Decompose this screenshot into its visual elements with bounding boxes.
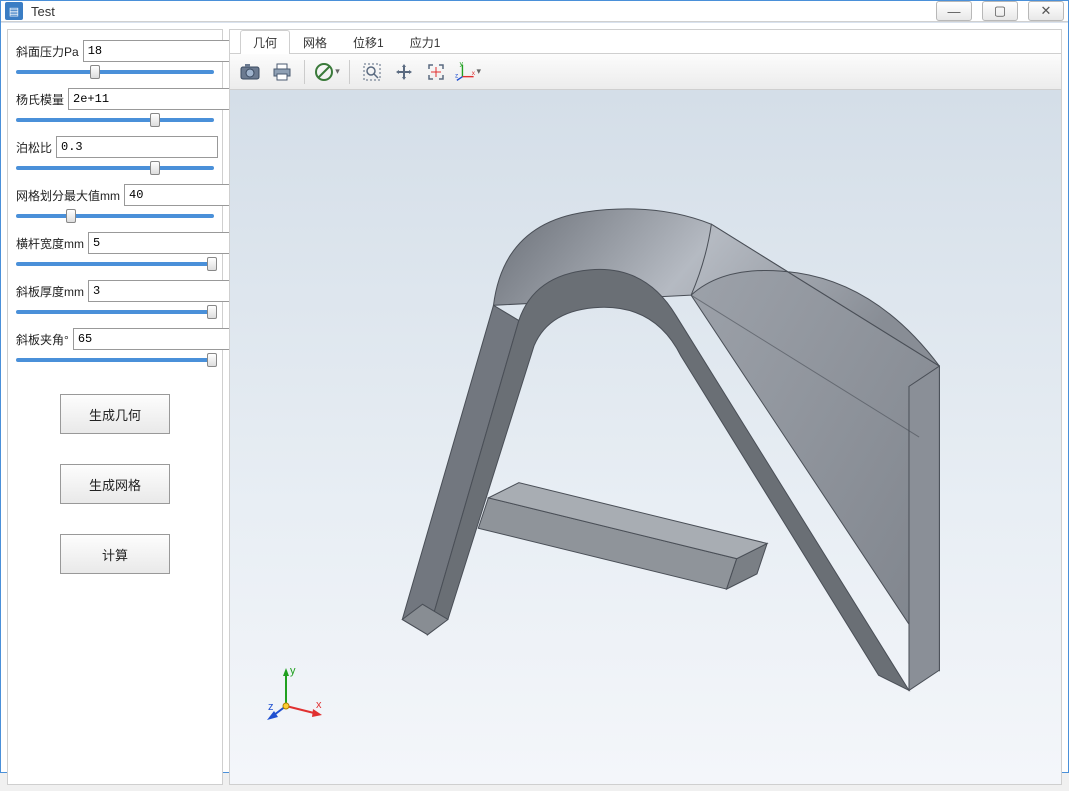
viewport-canvas[interactable]: y x z [230,90,1061,784]
param-label-thickness: 斜板厚度mm [16,283,84,300]
param-youngs: 杨氏模量 [16,88,214,122]
zoom-rect-icon[interactable] [358,58,386,86]
main-area: 斜面压力Pa杨氏模量泊松比网格划分最大值mm横杆宽度mm斜板厚度mm斜板夹角° … [1,23,1068,791]
compute-button[interactable]: 计算 [60,534,170,574]
param-slider-pressure[interactable] [16,70,214,74]
viewer-panel: 几何 网格 位移1 应力1 ▾ [229,29,1062,785]
param-label-barwidth: 横杆宽度mm [16,235,84,252]
param-label-poisson: 泊松比 [16,139,52,156]
slider-thumb[interactable] [207,305,217,319]
param-angle: 斜板夹角° [16,328,214,362]
sidebar: 斜面压力Pa杨氏模量泊松比网格划分最大值mm横杆宽度mm斜板厚度mm斜板夹角° … [7,29,223,785]
slider-thumb[interactable] [90,65,100,79]
param-slider-angle[interactable] [16,358,214,362]
app-icon [5,2,23,20]
pan-icon[interactable] [390,58,418,86]
tab-displacement1[interactable]: 位移1 [340,30,397,54]
window-buttons: — ▢ ✕ [936,1,1064,21]
slider-thumb[interactable] [66,209,76,223]
svg-text:z: z [455,72,458,79]
param-thickness: 斜板厚度mm [16,280,214,314]
param-input-poisson[interactable] [56,136,218,158]
axis-y-label: y [290,665,296,677]
param-input-barwidth[interactable] [88,232,250,254]
param-pressure: 斜面压力Pa [16,40,214,74]
no-select-icon[interactable]: ▾ [313,58,341,86]
param-slider-meshmax[interactable] [16,214,214,218]
maximize-button[interactable]: ▢ [982,1,1018,21]
param-slider-youngs[interactable] [16,118,214,122]
app-window: Test — ▢ ✕ 斜面压力Pa 杨氏模量泊松比网格划分最大值mm 横杆宽度mm 斜… [0,0,1069,773]
param-meshmax: 网格划分最大值mm [16,184,214,218]
window-title: Test [31,4,55,19]
actions: 生成几何 生成网格 计算 [16,394,214,574]
toolbar-separator [304,60,305,84]
param-slider-poisson[interactable] [16,166,214,170]
param-label-meshmax: 网格划分最大值mm [16,187,120,204]
param-label-pressure: 斜面压力Pa [16,43,79,60]
param-slider-thickness[interactable] [16,310,214,314]
slider-thumb[interactable] [207,353,217,367]
minimize-button[interactable]: — [936,1,972,21]
generate-mesh-button[interactable]: 生成网格 [60,464,170,504]
param-input-angle[interactable] [73,328,235,350]
param-poisson: 泊松比 [16,136,214,170]
param-label-angle: 斜板夹角° [16,331,69,348]
param-slider-barwidth[interactable] [16,262,214,266]
param-label-youngs: 杨氏模量 [16,91,64,108]
slider-thumb[interactable] [150,113,160,127]
axis-z-label: z [268,701,274,713]
param-input-pressure[interactable] [83,40,245,62]
titlebar: Test — ▢ ✕ [1,1,1068,22]
tab-stress1[interactable]: 应力1 [397,30,454,54]
dropdown-icon: ▾ [476,66,481,77]
fit-view-icon[interactable] [422,58,450,86]
camera-icon[interactable] [236,58,264,86]
close-button[interactable]: ✕ [1028,1,1064,21]
param-barwidth: 横杆宽度mm [16,232,214,266]
generate-geometry-button[interactable]: 生成几何 [60,394,170,434]
param-input-thickness[interactable] [88,280,250,302]
slider-thumb[interactable] [150,161,160,175]
viewer-toolbar: ▾ y x z ▾ [230,54,1061,90]
param-input-youngs[interactable] [68,88,230,110]
geometry-model [230,90,1061,784]
slider-thumb[interactable] [207,257,217,271]
print-icon[interactable] [268,58,296,86]
axis-x-label: x [316,699,322,711]
tab-mesh[interactable]: 网格 [290,30,340,54]
dropdown-icon: ▾ [335,66,340,77]
axes-gizmo: y x z [266,664,326,724]
toolbar-separator [349,60,350,84]
svg-text:x: x [472,69,476,76]
axes-icon[interactable]: y x z ▾ [454,58,482,86]
tabs: 几何 网格 位移1 应力1 [230,30,1061,54]
tab-geometry[interactable]: 几何 [240,30,290,54]
